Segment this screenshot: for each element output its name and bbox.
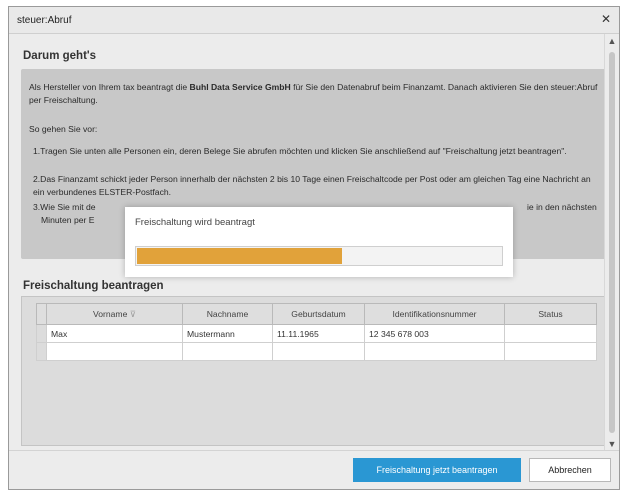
- persons-table: Vorname ⊽ Nachname Geburtsdatum Identifi…: [36, 303, 597, 361]
- title-bar: steuer:Abruf ✕: [9, 7, 619, 34]
- column-header-nachname[interactable]: Nachname: [182, 303, 273, 325]
- column-header-status[interactable]: Status: [504, 303, 597, 325]
- request-activation-button[interactable]: Freischaltung jetzt beantragen: [353, 458, 521, 482]
- row-selector[interactable]: [36, 342, 47, 361]
- window-title: steuer:Abruf: [17, 15, 72, 26]
- table-row[interactable]: Max Mustermann 11.11.1965 12 345 678 003: [36, 324, 597, 343]
- scroll-up-icon[interactable]: ▲: [605, 36, 619, 46]
- cell-empty[interactable]: [182, 342, 273, 361]
- column-header-vorname[interactable]: Vorname ⊽: [46, 303, 183, 325]
- steps-heading: So gehen Sie vor:: [29, 124, 98, 134]
- step-1: 1.Tragen Sie unten alle Personen ein, de…: [33, 146, 567, 156]
- row-header-cell: [36, 303, 47, 325]
- step-3-left: 3.Wie Sie mit de: [33, 202, 96, 212]
- column-header-identifikationsnummer[interactable]: Identifikationsnummer: [364, 303, 505, 325]
- row-selector[interactable]: [36, 324, 47, 343]
- table-row-empty[interactable]: [36, 342, 597, 361]
- cancel-button[interactable]: Abbrechen: [529, 458, 611, 482]
- grid-heading: Freischaltung beantragen: [23, 280, 164, 292]
- info-heading: Darum geht's: [23, 50, 97, 62]
- progress-fill: [137, 248, 342, 264]
- progress-bar: [135, 246, 503, 266]
- column-header-geburtsdatum[interactable]: Geburtsdatum: [272, 303, 365, 325]
- vertical-scrollbar[interactable]: ▲ ▼: [604, 34, 619, 451]
- progress-label: Freischaltung wird beantragt: [135, 217, 255, 228]
- cell-empty[interactable]: [364, 342, 505, 361]
- scroll-thumb[interactable]: [609, 52, 615, 433]
- cell-vorname[interactable]: Max: [46, 324, 183, 343]
- cell-identifikationsnummer[interactable]: 12 345 678 003: [364, 324, 505, 343]
- footer-bar: Freischaltung jetzt beantragen Abbrechen: [9, 450, 619, 489]
- cell-empty[interactable]: [272, 342, 365, 361]
- cell-nachname[interactable]: Mustermann: [182, 324, 273, 343]
- step-3-right: ie in den nächsten: [527, 202, 597, 212]
- scroll-down-icon[interactable]: ▼: [605, 439, 619, 449]
- cell-geburtsdatum[interactable]: 11.11.1965: [272, 324, 365, 343]
- step-3-line2: Minuten per E: [41, 215, 95, 225]
- intro-text: Als Hersteller von Ihrem tax beantragt d…: [29, 82, 598, 105]
- progress-dialog: Freischaltung wird beantragt: [125, 207, 513, 277]
- sort-icon: ⊽: [129, 308, 137, 319]
- persons-grid: Vorname ⊽ Nachname Geburtsdatum Identifi…: [21, 296, 605, 446]
- table-header-row: Vorname ⊽ Nachname Geburtsdatum Identifi…: [36, 303, 597, 325]
- cell-empty: [504, 342, 597, 361]
- app-window: steuer:Abruf ✕ Darum geht's Als Herstell…: [8, 6, 620, 490]
- cell-status: [504, 324, 597, 343]
- cell-empty[interactable]: [46, 342, 183, 361]
- step-2: 2.Das Finanzamt schickt jeder Person inn…: [33, 174, 591, 197]
- company-name: Buhl Data Service GmbH: [189, 82, 291, 92]
- close-icon[interactable]: ✕: [599, 12, 613, 26]
